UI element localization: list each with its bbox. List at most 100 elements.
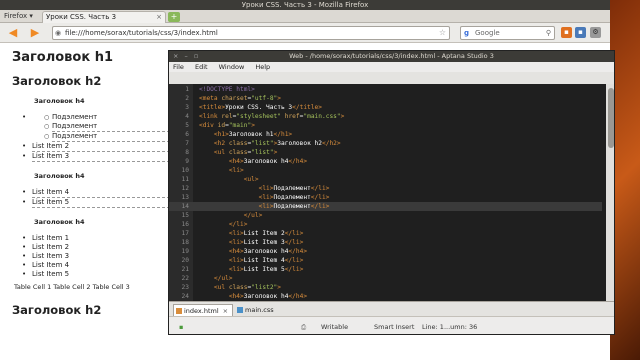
- line-number: 24: [181, 293, 189, 300]
- bookmark-icon[interactable]: ▪: [561, 27, 572, 38]
- line-number: 3: [185, 104, 189, 111]
- firefox-tab-strip: Firefox ▾ Уроки CSS. Часть 3 × +: [0, 10, 610, 23]
- code-text: <h1>Заголовок h1</h1>: [213, 131, 293, 138]
- code-line[interactable]: 20 <li>List Item 4</li>: [169, 256, 602, 265]
- aptana-menu-bar: File Edit Window Help: [169, 62, 614, 72]
- menu-edit[interactable]: Edit: [195, 63, 208, 71]
- menu-help[interactable]: Help: [255, 63, 270, 71]
- code-line[interactable]: 12 <li>Подэлемент</li>: [169, 184, 602, 193]
- line-number: 10: [181, 167, 189, 174]
- code-text: <li>Подэлемент</li>: [258, 185, 330, 192]
- sub-list-item: Подэлемент: [44, 122, 170, 132]
- line-number: 2: [185, 95, 189, 102]
- code-text: <ul class="list">: [213, 149, 278, 156]
- line-number: 18: [181, 239, 189, 246]
- code-text: <!DOCTYPE html>: [199, 86, 255, 93]
- google-icon: g: [464, 29, 470, 37]
- addon-icon[interactable]: ▪: [575, 27, 586, 38]
- line-number: 19: [181, 248, 189, 255]
- code-line[interactable]: 13 <li>Подэлемент</li>: [169, 193, 602, 202]
- status-bar: ▪ ⎙ Writable Smart Insert Line: 1...umn:…: [169, 316, 614, 334]
- line-number: 21: [181, 266, 189, 273]
- page-heading-h4: Заголовок h4: [34, 97, 85, 105]
- star-icon[interactable]: ☆: [439, 27, 446, 39]
- line-number: 5: [185, 122, 189, 129]
- scrollbar-thumb[interactable]: [608, 88, 614, 148]
- code-text: <meta charset="utf-8">: [199, 95, 281, 102]
- search-engine-label: Google: [475, 29, 500, 37]
- status-mode: Writable: [321, 323, 349, 331]
- forward-arrow-icon[interactable]: ▶: [28, 27, 42, 39]
- tab-main-css[interactable]: main.css: [235, 304, 285, 316]
- code-line[interactable]: 14 <li>Подэлемент</li>: [169, 202, 602, 211]
- url-text: file:///home/sorax/tutorials/css/3/index…: [65, 29, 218, 37]
- aptana-toolbar: [169, 72, 614, 84]
- browser-tab[interactable]: Уроки CSS. Часть 3 ×: [42, 11, 166, 23]
- menu-window[interactable]: Window: [219, 63, 245, 71]
- sub-list-item: Подэлемент: [44, 113, 170, 122]
- list-item: List Item 3: [22, 152, 170, 162]
- code-line[interactable]: 5 <div id="main">: [169, 121, 602, 130]
- list-item: List Item 2: [22, 243, 170, 252]
- code-line[interactable]: 8 <ul class="list">: [169, 148, 602, 157]
- gear-icon[interactable]: ⚙: [590, 27, 601, 38]
- status-icon: ▪: [179, 323, 184, 331]
- list-item: List Item 1: [22, 234, 170, 243]
- new-tab-button[interactable]: +: [168, 12, 180, 22]
- search-bar[interactable]: g Google ⚲: [460, 26, 555, 40]
- code-line[interactable]: 15 </ul>: [169, 211, 602, 220]
- sub-list-item: Подэлемент: [44, 132, 170, 142]
- code-line[interactable]: 2 <meta charset="utf-8">: [169, 94, 602, 103]
- code-editor[interactable]: 1 <!DOCTYPE html> 2 <meta charset="utf-8"> 3…: [169, 84, 614, 301]
- close-icon[interactable]: ×: [156, 12, 162, 23]
- code-text: <li>: [228, 167, 244, 174]
- code-line[interactable]: 23 <ul class="list2">: [169, 283, 602, 292]
- code-line[interactable]: 1 <!DOCTYPE html>: [169, 85, 602, 94]
- page-heading-h2: Заголовок h2: [12, 303, 102, 317]
- code-text: </li>: [228, 221, 248, 228]
- menu-file[interactable]: File: [173, 63, 184, 71]
- printer-icon[interactable]: ⎙: [301, 317, 306, 334]
- code-line[interactable]: 21 <li>List Item 5</li>: [169, 265, 602, 274]
- aptana-window: × – ▫ Web - /home/sorax/tutorials/css/3/…: [168, 50, 615, 335]
- code-text: <li>List Item 3</li>: [228, 239, 304, 246]
- code-line[interactable]: 19 <h4>Заголовок h4</h4>: [169, 247, 602, 256]
- close-icon[interactable]: ×: [223, 307, 228, 315]
- code-text: <li>List Item 2</li>: [228, 230, 304, 237]
- line-number: 15: [181, 212, 189, 219]
- code-line[interactable]: 7 <h2 class="list">Заголовок h2</h2>: [169, 139, 602, 148]
- code-line[interactable]: 4 <link rel="stylesheet" href="main.css">: [169, 112, 602, 121]
- line-number: 6: [185, 131, 189, 138]
- code-text: </ul>: [243, 212, 263, 219]
- code-line[interactable]: 6 <h1>Заголовок h1</h1>: [169, 130, 602, 139]
- search-icon[interactable]: ⚲: [546, 27, 551, 39]
- line-number: 12: [181, 185, 189, 192]
- list-item: List Item 4: [22, 261, 170, 270]
- code-line[interactable]: 3 <title>Уроки CSS. Часть 3</title>: [169, 103, 602, 112]
- code-line[interactable]: 22 </ul>: [169, 274, 602, 283]
- line-number: 11: [181, 176, 189, 183]
- line-number: 23: [181, 284, 189, 291]
- window-controls-icon[interactable]: × – ▫: [173, 51, 200, 62]
- code-line[interactable]: 9 <h4>Заголовок h4</h4>: [169, 157, 602, 166]
- code-text: <title>Уроки CSS. Часть 3</title>: [199, 104, 322, 111]
- code-text: <li>List Item 4</li>: [228, 257, 304, 264]
- code-line[interactable]: 17 <li>List Item 2</li>: [169, 229, 602, 238]
- code-line[interactable]: 10 <li>: [169, 166, 602, 175]
- globe-icon: ◉: [55, 29, 62, 37]
- code-line[interactable]: 24 <h4>Заголовок h4</h4>: [169, 292, 602, 301]
- list-item: List Item 5: [22, 198, 170, 208]
- code-text: </ul>: [213, 275, 233, 282]
- tab-index-html[interactable]: index.html ×: [173, 304, 233, 316]
- url-bar[interactable]: ◉ file:///home/sorax/tutorials/css/3/ind…: [52, 26, 450, 40]
- list-item: List Item 5: [22, 270, 170, 279]
- code-line[interactable]: 11 <ul>: [169, 175, 602, 184]
- css-file-icon: [237, 307, 243, 313]
- line-number: 16: [181, 221, 189, 228]
- code-text: <h4>Заголовок h4</h4>: [228, 293, 308, 300]
- back-arrow-icon[interactable]: ◀: [6, 27, 20, 39]
- code-line[interactable]: 16 </li>: [169, 220, 602, 229]
- vertical-scrollbar[interactable]: [606, 84, 614, 301]
- firefox-menu-button[interactable]: Firefox ▾: [2, 11, 40, 22]
- code-line[interactable]: 18 <li>List Item 3</li>: [169, 238, 602, 247]
